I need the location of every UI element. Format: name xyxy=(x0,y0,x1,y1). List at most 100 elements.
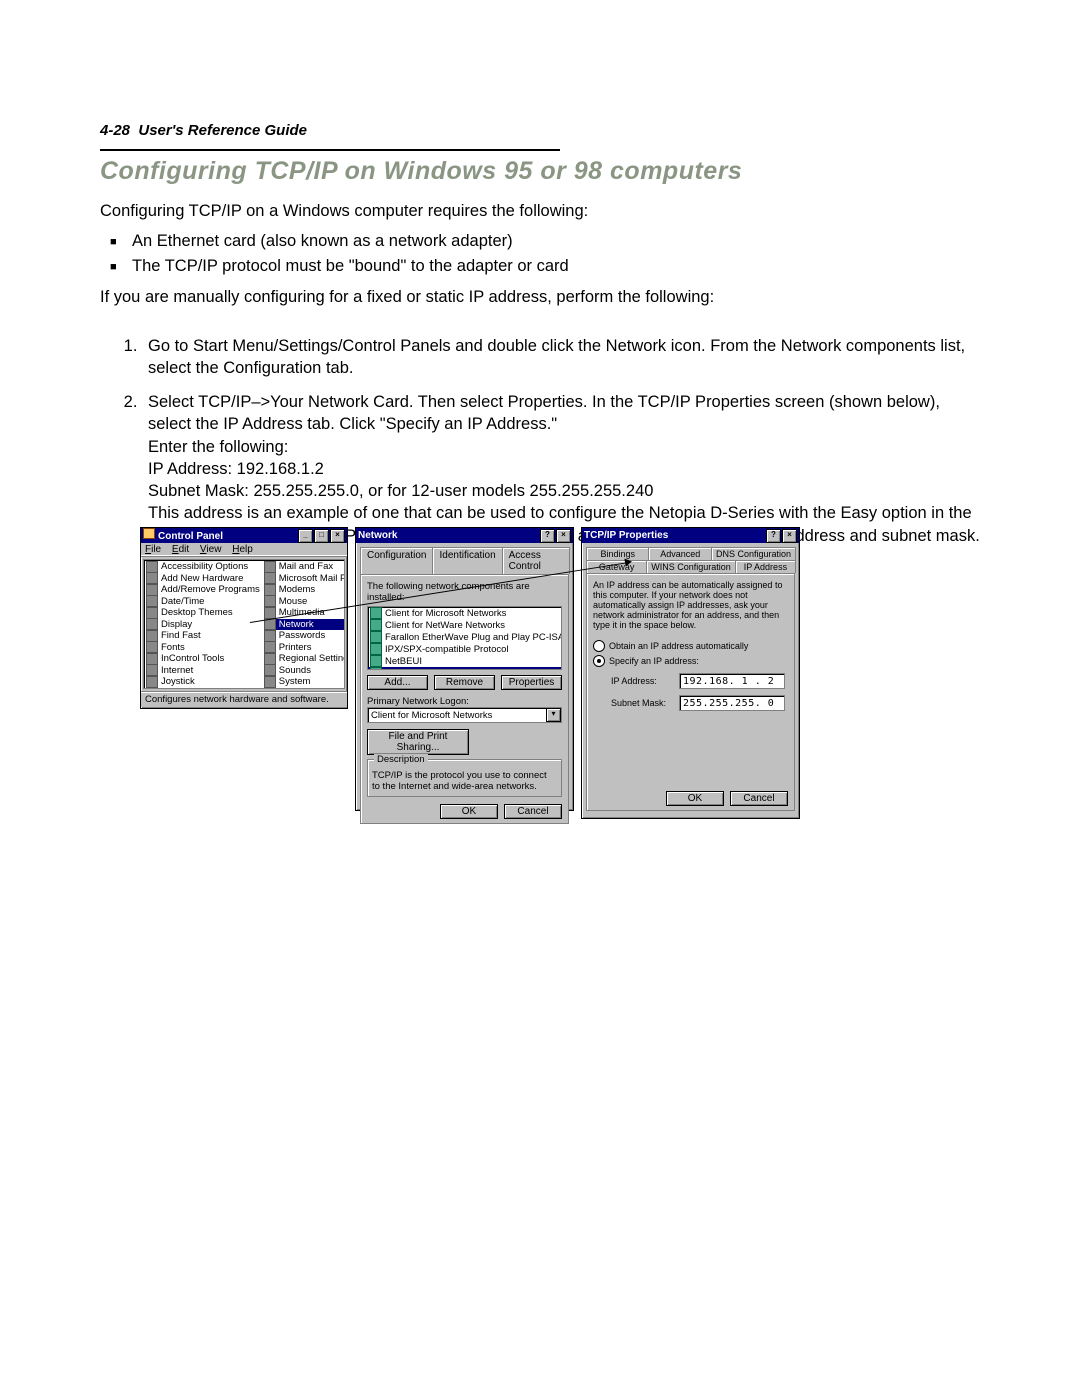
components-listbox[interactable]: Client for Microsoft NetworksClient for … xyxy=(367,606,562,670)
properties-button[interactable]: Properties xyxy=(501,675,562,690)
applet-icon xyxy=(146,584,158,596)
component-label: Client for NetWare Networks xyxy=(385,620,505,631)
component-icon xyxy=(370,667,382,670)
control-panel-item[interactable]: InControl Tools xyxy=(146,653,260,665)
file-print-sharing-button[interactable]: File and Print Sharing... xyxy=(367,729,469,755)
applet-label: System xyxy=(279,676,311,687)
control-panel-item[interactable]: Desktop Themes xyxy=(146,607,260,619)
component-item[interactable]: TCP/IP xyxy=(368,667,561,670)
subnet-mask-input[interactable]: 255.255.255. 0 xyxy=(679,695,785,711)
radio-label: Obtain an IP address automatically xyxy=(609,641,748,651)
component-item[interactable]: Client for NetWare Networks xyxy=(368,619,561,631)
component-label: IPX/SPX-compatible Protocol xyxy=(385,644,509,655)
applet-icon xyxy=(264,641,276,653)
tab-access-control[interactable]: Access Control xyxy=(502,547,570,574)
close-button[interactable]: × xyxy=(330,529,345,543)
header-rule xyxy=(100,149,560,151)
logon-combo[interactable]: Client for Microsoft Networks ▾ xyxy=(367,707,562,723)
control-panel-item[interactable]: Keyboard xyxy=(146,688,260,690)
component-item[interactable]: Farallon EtherWave Plug and Play PC-ISA … xyxy=(368,631,561,643)
menu-edit[interactable]: Edit xyxy=(172,544,189,555)
component-item[interactable]: IPX/SPX-compatible Protocol xyxy=(368,643,561,655)
remove-button[interactable]: Remove xyxy=(434,675,495,690)
component-item[interactable]: NetBEUI xyxy=(368,655,561,667)
page-header: 4-28 User's Reference Guide xyxy=(100,122,980,139)
ip-blurb: An IP address can be automatically assig… xyxy=(593,580,788,630)
control-panel-item[interactable]: Printers xyxy=(264,642,345,654)
window-title: Control Panel xyxy=(158,531,223,542)
add-button[interactable]: Add... xyxy=(367,675,428,690)
tab-advanced[interactable]: Advanced xyxy=(648,547,711,560)
subnet-mask-label: Subnet Mask: xyxy=(611,698,671,708)
control-panel-item[interactable]: Passwords xyxy=(264,630,345,642)
minimize-button[interactable]: _ xyxy=(298,529,313,543)
control-panel-item[interactable]: Mail and Fax xyxy=(264,561,345,573)
menu-view[interactable]: View xyxy=(200,544,222,555)
maximize-button[interactable]: □ xyxy=(314,529,329,543)
step-item: Go to Start Menu/Settings/Control Panels… xyxy=(142,335,980,380)
control-panel-item[interactable]: Microsoft Mail Postoffice xyxy=(264,573,345,585)
tab-panel: An IP address can be automatically assig… xyxy=(586,573,795,811)
section-title: Configuring TCP/IP on Windows 95 or 98 c… xyxy=(100,157,980,186)
ip-address-input[interactable]: 192.168. 1 . 2 xyxy=(679,673,785,689)
intro-text: Configuring TCP/IP on a Windows computer… xyxy=(100,200,980,222)
control-panel-item[interactable]: Sounds xyxy=(264,665,345,677)
ok-button[interactable]: OK xyxy=(440,804,498,819)
applet-label: Microsoft Mail Postoffice xyxy=(279,573,345,584)
ip-address-label: IP Address: xyxy=(611,676,671,686)
menu-help[interactable]: Help xyxy=(232,544,253,555)
cancel-button[interactable]: Cancel xyxy=(730,791,788,806)
applet-label: Desktop Themes xyxy=(161,607,233,618)
control-panel-item[interactable]: Find Fast xyxy=(146,630,260,642)
applet-label: Keyboard xyxy=(161,688,202,689)
component-icon xyxy=(370,607,382,619)
cancel-button[interactable]: Cancel xyxy=(504,804,562,819)
control-panel-item[interactable]: Regional Settings xyxy=(264,653,345,665)
component-item[interactable]: Client for Microsoft Networks xyxy=(368,607,561,619)
close-button[interactable]: × xyxy=(556,529,571,543)
control-panel-item[interactable]: Display xyxy=(146,619,260,631)
ok-button[interactable]: OK xyxy=(666,791,724,806)
control-panel-item[interactable]: Internet xyxy=(146,665,260,677)
list-item: An Ethernet card (also known as a networ… xyxy=(132,232,980,251)
applet-icon xyxy=(146,653,158,665)
applet-label: Network xyxy=(279,619,314,630)
control-panel-item[interactable]: Add/Remove Programs xyxy=(146,584,260,596)
control-panel-item[interactable]: System xyxy=(264,676,345,688)
component-icon xyxy=(370,631,382,643)
applet-label: Find Fast xyxy=(161,630,201,641)
control-panel-item[interactable]: Date/Time xyxy=(146,596,260,608)
radio-specify-ip[interactable]: Specify an IP address: xyxy=(593,655,788,667)
chevron-down-icon[interactable]: ▾ xyxy=(546,708,561,722)
applet-label: Mouse xyxy=(279,596,308,607)
applet-label: InControl Tools xyxy=(161,653,224,664)
tab-configuration[interactable]: Configuration xyxy=(360,547,433,574)
control-panel-item[interactable]: Network xyxy=(264,619,345,631)
control-panel-item[interactable]: Mouse xyxy=(264,596,345,608)
tab-wins[interactable]: WINS Configuration xyxy=(646,560,736,573)
control-panel-item[interactable]: Add New Hardware xyxy=(146,573,260,585)
applet-label: Display xyxy=(161,619,192,630)
component-icon xyxy=(370,643,382,655)
control-panel-item[interactable]: Modems xyxy=(264,584,345,596)
tab-bindings[interactable]: Bindings xyxy=(586,547,649,560)
close-button[interactable]: × xyxy=(782,529,797,543)
tab-identification[interactable]: Identification xyxy=(432,547,502,574)
control-panel-item[interactable]: Fonts xyxy=(146,642,260,654)
control-panel-item[interactable]: Accessibility Options xyxy=(146,561,260,573)
screenshot-composite: Control Panel _ □ × File Edit View Help … xyxy=(140,527,1000,827)
menu-file[interactable]: File xyxy=(145,544,161,555)
help-button[interactable]: ? xyxy=(766,529,781,543)
description-title: Description xyxy=(374,754,428,765)
component-label: TCP/IP xyxy=(385,668,416,671)
tab-ip-address[interactable]: IP Address xyxy=(735,560,796,573)
help-button[interactable]: ? xyxy=(540,529,555,543)
radio-obtain-auto[interactable]: Obtain an IP address automatically xyxy=(593,640,788,652)
applet-label: Modems xyxy=(279,584,315,595)
control-panel-list: Accessibility OptionsAdd New HardwareAdd… xyxy=(143,559,345,689)
applet-label: Joystick xyxy=(161,676,195,687)
radio-icon xyxy=(593,655,605,667)
titlebar: TCP/IP Properties ? × xyxy=(582,528,799,543)
control-panel-item[interactable]: Joystick xyxy=(146,676,260,688)
tab-dns[interactable]: DNS Configuration xyxy=(711,547,796,560)
